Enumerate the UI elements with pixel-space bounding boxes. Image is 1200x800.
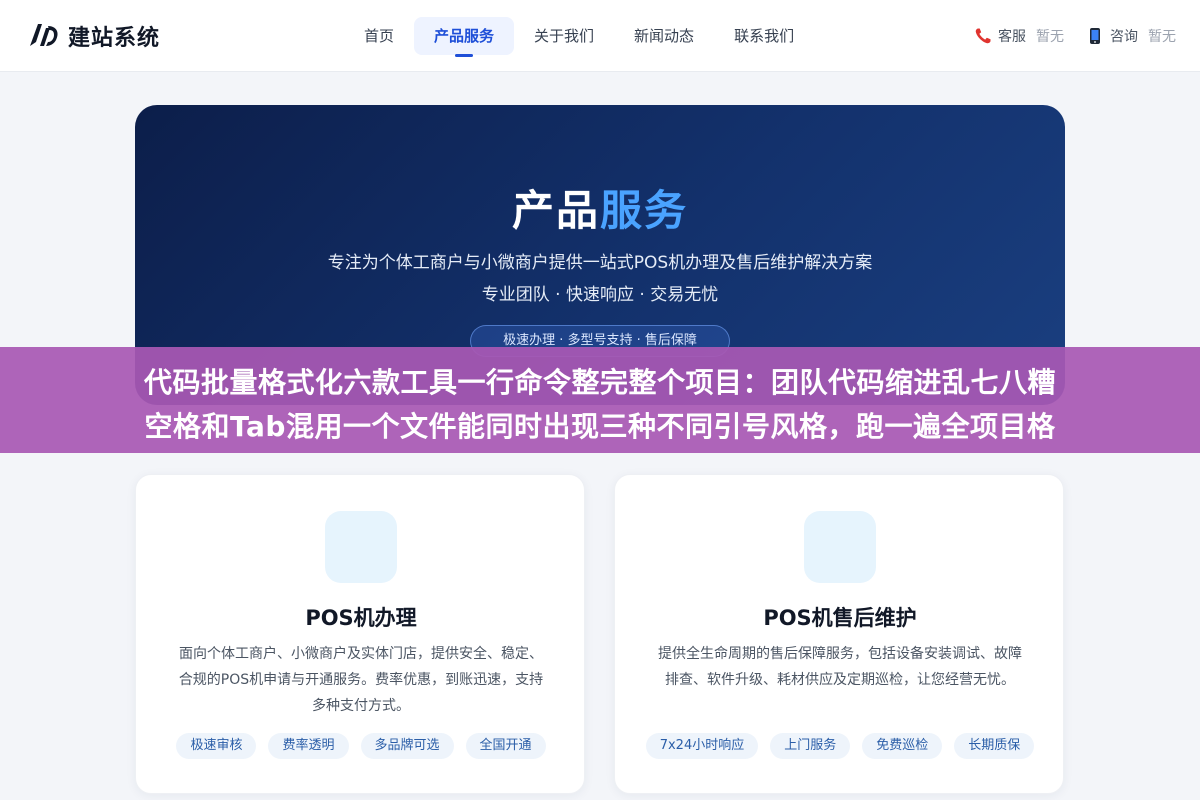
card-icon-placeholder	[804, 511, 876, 583]
contact-consult[interactable]: 咨询 暂无	[1086, 26, 1176, 46]
header-contacts: 客服 暂无 咨询 暂无	[974, 24, 1176, 48]
card-tag: 长期质保	[954, 733, 1035, 759]
logo-text: 建站系统	[68, 26, 161, 51]
hero-title-main: 产品	[511, 186, 600, 235]
card-title: POS机办理	[305, 606, 417, 630]
banner-line-1: 代码批量格式化六款工具一行命令整完整个项目：团队代码缩进乱七八糟	[143, 366, 1056, 399]
card-tag: 极速审核	[176, 733, 257, 759]
main-nav: 首页 产品服务 关于我们 新闻动态 联系我们	[344, 17, 814, 57]
site-logo[interactable]: 建站系统	[26, 18, 160, 54]
hero-subtitle-1: 专注为个体工商户与小微商户提供一站式POS机办理及售后维护解决方案	[327, 253, 873, 273]
card-tags: 7x24小时响应 上门服务 免费巡检 长期质保	[615, 733, 1065, 759]
card-description: 面向个体工商户、小微商户及实体门店，提供安全、稳定、合规的POS机申请与开通服务…	[178, 646, 544, 714]
hero-title-accent: 服务	[600, 186, 689, 235]
contact-consult-value: 暂无	[1148, 29, 1176, 45]
contact-consult-label: 咨询	[1110, 29, 1138, 45]
nav-item-home[interactable]: 首页	[344, 17, 414, 55]
nav-item-news[interactable]: 新闻动态	[614, 17, 714, 55]
card-tags: 极速审核 费率透明 多品牌可选 全国开通	[136, 733, 586, 759]
site-header: 建站系统 首页 产品服务 关于我们 新闻动态 联系我们 客服 暂无 咨询 暂无	[0, 0, 1200, 72]
phone-icon	[975, 28, 991, 44]
contact-service-label: 客服	[998, 29, 1026, 45]
hero-subtitle-2: 专业团队 · 快速响应 · 交易无忧	[481, 285, 719, 305]
nav-item-about[interactable]: 关于我们	[514, 17, 614, 55]
card-title: POS机售后维护	[763, 606, 917, 630]
card-tag: 7x24小时响应	[645, 733, 759, 759]
logo-icon	[30, 24, 58, 46]
card-tag: 上门服务	[770, 733, 851, 759]
card-tag: 免费巡检	[862, 733, 943, 759]
overlay-banner: 代码批量格式化六款工具一行命令整完整个项目：团队代码缩进乱七八糟 空格和Tab混…	[0, 347, 1200, 453]
service-card-pos-apply[interactable]: POS机办理 面向个体工商户、小微商户及实体门店，提供安全、稳定、合规的POS机…	[135, 474, 585, 794]
nav-item-contact[interactable]: 联系我们	[714, 17, 814, 55]
nav-item-products[interactable]: 产品服务	[414, 17, 515, 57]
contact-service[interactable]: 客服 暂无	[974, 26, 1064, 46]
banner-line-2: 空格和Tab混用一个文件能同时出现三种不同引号风格，跑一遍全项目格	[144, 410, 1056, 443]
card-description: 提供全生命周期的售后保障服务，包括设备安装调试、故障排查、软件升级、耗材供应及定…	[658, 646, 1022, 688]
card-icon-placeholder	[325, 511, 397, 583]
mobile-icon	[1090, 28, 1100, 44]
hero-title: 产品服务	[135, 177, 1065, 238]
service-card-pos-maintenance[interactable]: POS机售后维护 提供全生命周期的售后保障服务，包括设备安装调试、故障排查、软件…	[614, 474, 1064, 794]
card-tag: 全国开通	[465, 733, 546, 759]
card-tag: 多品牌可选	[360, 733, 454, 759]
contact-service-value: 暂无	[1036, 29, 1064, 45]
card-tag: 费率透明	[268, 733, 349, 759]
